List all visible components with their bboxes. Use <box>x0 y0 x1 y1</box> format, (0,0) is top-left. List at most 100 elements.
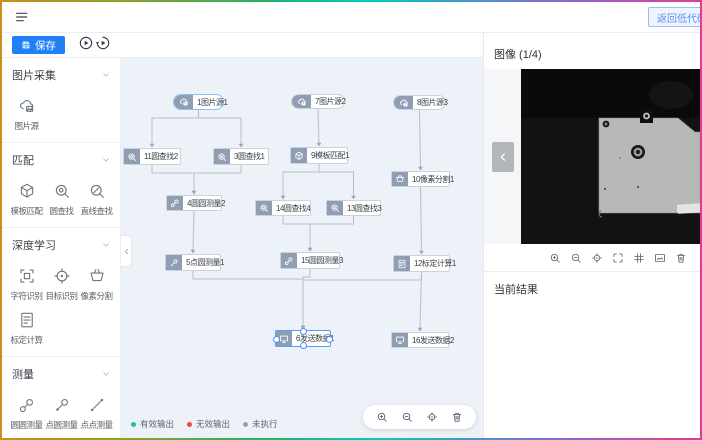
node-label: 3圆查找1 <box>230 149 268 164</box>
component-item-label: 圆查找 <box>49 205 73 217</box>
zoom-in-icon <box>549 252 561 264</box>
component-item[interactable]: 模板匹配 <box>9 182 44 217</box>
component-item[interactable]: 直线查找 <box>79 182 114 217</box>
play-loop-icon <box>95 35 111 51</box>
circle-find-icon <box>330 203 340 213</box>
locate-icon <box>591 252 603 264</box>
result-empty-area <box>484 306 700 438</box>
legend-item: 有效输出 <box>131 418 174 430</box>
node-label: 5点圆测量1 <box>182 255 228 270</box>
circle-find-icon <box>259 203 269 213</box>
monitor-icon <box>279 334 289 344</box>
node-type-icon <box>166 255 182 270</box>
locate-icon <box>426 411 438 423</box>
flow-node[interactable]: 4圆圆测量2 <box>166 195 222 211</box>
node-type-icon <box>281 253 297 268</box>
component-item[interactable]: 像素分割 <box>79 267 114 302</box>
cloud-image-icon <box>297 97 307 107</box>
save-icon <box>21 40 31 50</box>
sidebar-section-title: 深度学习 <box>12 237 56 253</box>
run-continuous-button[interactable] <box>95 34 112 51</box>
component-item[interactable]: 图片源 <box>9 97 44 132</box>
flow-node[interactable]: 10像素分割1 <box>391 171 450 187</box>
status-legend: 有效输出 无效输出 未执行 <box>131 418 278 430</box>
component-item[interactable]: 点点测量 <box>79 396 114 431</box>
component-item[interactable]: 点圆测量 <box>44 396 79 431</box>
canvas-zoom-out-button[interactable] <box>401 411 413 423</box>
flow-node[interactable]: 12标定计算1 <box>393 255 450 272</box>
viewer-locate-button[interactable] <box>591 252 603 264</box>
node-label: 15圆圆测量3 <box>297 253 347 268</box>
component-item[interactable]: 圆查找 <box>44 182 79 217</box>
flow-node[interactable]: 1图片源1 <box>173 94 224 110</box>
monitor-icon <box>395 335 405 345</box>
circle-circle-icon <box>18 396 36 414</box>
sidebar-section-header[interactable]: 测量 <box>2 357 120 385</box>
legend-label: 未执行 <box>252 418 278 430</box>
component-item[interactable]: 目标识别 <box>44 267 79 302</box>
menu-icon[interactable] <box>14 8 32 26</box>
image-result-panel: 图像 (1/4) <box>484 33 700 438</box>
sidebar-section: 深度学习字符识别目标识别像素分割标定计算 <box>2 228 120 357</box>
node-label: 8图片源3 <box>413 96 451 109</box>
canvas-locate-button[interactable] <box>426 411 438 423</box>
component-item[interactable]: 标定计算 <box>9 311 44 346</box>
node-type-icon <box>256 201 272 215</box>
flow-node[interactable]: 16发送数据2 <box>391 332 449 348</box>
sidebar-section-header[interactable]: 匹配 <box>2 143 120 171</box>
cloud-image-icon <box>179 97 189 107</box>
node-type-icon <box>174 95 193 109</box>
component-item-label: 点圆测量 <box>45 419 77 431</box>
viewer-fullscreen-button[interactable] <box>612 252 624 264</box>
sidebar-section-title: 图片采集 <box>12 67 56 83</box>
image-panel-title: 图像 (1/4) <box>484 33 700 69</box>
component-item[interactable]: 圆圆测量 <box>9 396 44 431</box>
run-once-button[interactable] <box>78 34 95 51</box>
legend-label: 有效输出 <box>140 418 174 430</box>
flow-node[interactable]: 14圆查找4 <box>255 200 311 216</box>
canvas-trash-button[interactable] <box>451 411 463 423</box>
flow-node[interactable]: 8图片源3 <box>393 95 446 110</box>
fullscreen-icon <box>612 252 624 264</box>
flow-node[interactable]: 11圆查找2 <box>123 148 181 165</box>
node-label: 13圆查找3 <box>343 201 385 215</box>
component-sidebar: 图片采集图片源匹配模板匹配圆查找直线查找深度学习字符识别目标识别像素分割标定计算… <box>2 58 121 438</box>
flow-node[interactable]: 9模板匹配1 <box>290 147 348 164</box>
doc-calc-icon <box>18 311 36 329</box>
flow-node[interactable]: 6发送数据1 <box>275 330 331 347</box>
circle-find-icon <box>217 152 227 162</box>
sidebar-section: 匹配模板匹配圆查找直线查找 <box>2 143 120 228</box>
flow-node[interactable]: 15圆圆测量3 <box>280 252 340 269</box>
flow-node[interactable]: 3圆查找1 <box>213 148 269 165</box>
sidebar-section-header[interactable]: 图片采集 <box>2 58 120 86</box>
viewer-zoom-out-button[interactable] <box>570 252 582 264</box>
sidebar-collapse-handle[interactable] <box>121 235 132 267</box>
flow-canvas[interactable]: 1图片源1 7图片源2 8图片源3 11圆查找2 3圆查找1 9模板匹配1 10像素分割1 4… <box>121 58 483 438</box>
viewer-fit-button[interactable] <box>654 252 666 264</box>
sidebar-section-title: 匹配 <box>12 152 34 168</box>
viewer-zoom-in-button[interactable] <box>549 252 561 264</box>
flow-node[interactable]: 5点圆测量1 <box>165 254 221 271</box>
node-label: 11圆查找2 <box>140 149 182 164</box>
legend-item: 未执行 <box>243 418 278 430</box>
cube-icon <box>294 151 304 161</box>
node-label: 12标定计算1 <box>410 256 460 271</box>
component-item[interactable]: 字符识别 <box>9 267 44 302</box>
inspection-image <box>521 69 700 244</box>
play-circle-icon <box>78 35 94 51</box>
prev-image-button[interactable] <box>492 142 514 172</box>
viewer-grid-button[interactable] <box>633 252 645 264</box>
sidebar-section-header[interactable]: 深度学习 <box>2 228 120 256</box>
flow-node[interactable]: 13圆查找3 <box>326 200 381 216</box>
back-to-lowcode-button[interactable]: 返回低代码 <box>648 7 700 27</box>
save-button[interactable]: 保存 <box>12 36 65 54</box>
node-type-icon <box>292 95 311 108</box>
canvas-zoom-in-button[interactable] <box>376 411 388 423</box>
legend-item: 无效输出 <box>187 418 230 430</box>
zoom-out-icon <box>401 411 413 423</box>
cloud-image-icon <box>18 97 36 115</box>
node-type-icon <box>392 172 408 186</box>
viewer-trash-button[interactable] <box>675 252 687 264</box>
component-item-label: 像素分割 <box>80 290 112 302</box>
flow-node[interactable]: 7图片源2 <box>291 94 345 109</box>
